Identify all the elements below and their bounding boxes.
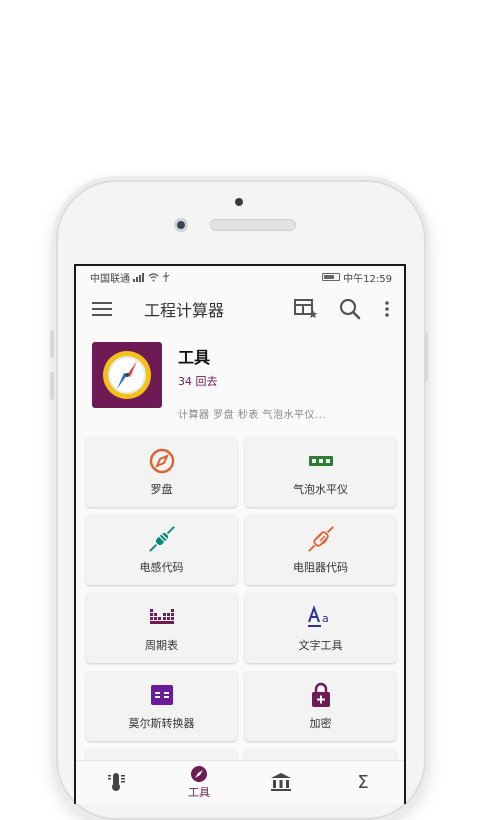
nav-item-thermometer[interactable] <box>76 761 158 804</box>
phone-side-button <box>424 332 428 382</box>
tool-label: 罗盘 <box>150 483 173 496</box>
tool-tile-encryption[interactable]: 加密 <box>245 671 396 741</box>
nav-label: 工具 <box>188 786 210 799</box>
tool-tile-resistor[interactable]: 电阻器代码 <box>245 515 396 585</box>
menu-icon[interactable] <box>92 302 112 316</box>
thermometer-icon <box>108 773 125 791</box>
more-vert-icon[interactable] <box>382 297 392 321</box>
bank-icon <box>271 773 291 791</box>
tool-tile-text-tool[interactable]: a 文字工具 <box>245 593 396 663</box>
signal-icon <box>133 272 144 282</box>
tool-tile-morse-converter[interactable]: 莫尔斯转换器 <box>86 671 237 741</box>
status-time: 中午12:59 <box>343 273 392 285</box>
tool-tile-inductor[interactable]: 电感代码 <box>86 515 237 585</box>
tool-label: 电阻器代码 <box>293 561 348 574</box>
category-title: 工具 <box>178 348 211 367</box>
category-description: 计算器 罗盘 秒表 气泡水平仪... <box>178 410 327 421</box>
lock-plus-icon <box>307 681 335 709</box>
tool-label: 周期表 <box>145 639 178 652</box>
tool-label: 文字工具 <box>298 639 343 652</box>
tool-tile-periodic-table[interactable]: 周期表 <box>86 593 237 663</box>
phone-side-button <box>50 330 54 358</box>
tool-label: 电感代码 <box>139 561 184 574</box>
phone-sensor <box>235 198 243 206</box>
category-header: 工具 34 回去 计算器 罗盘 秒表 气泡水平仪... <box>76 330 404 429</box>
phone-side-button <box>50 372 54 400</box>
nav-item-tools[interactable]: 工具 <box>158 761 240 804</box>
bottom-nav: 工具 Σ <box>76 760 404 804</box>
text-tool-icon: a <box>307 603 335 631</box>
battery-icon <box>322 273 341 281</box>
tool-tile-bubble-level[interactable]: 气泡水平仪 <box>245 437 396 507</box>
category-subtitle[interactable]: 34 回去 <box>178 373 326 389</box>
inductor-icon <box>148 525 176 553</box>
tool-label: 莫尔斯转换器 <box>128 717 195 730</box>
tool-tile-compass[interactable]: 罗盘 <box>86 437 237 507</box>
tool-label: 气泡水平仪 <box>293 483 348 496</box>
app-title: 工程计算器 <box>144 301 225 320</box>
app-screen: 中国联通 中午12:59 工程计算器 工具 34 回去 计算器 罗盘 秒表 气泡… <box>74 264 406 804</box>
sigma-icon: Σ <box>357 771 369 793</box>
morse-converter-icon <box>148 681 176 709</box>
app-bar: 工程计算器 <box>76 288 404 330</box>
tool-grid: 罗盘 气泡水平仪 电感代码 电阻器代码 周期表 a 文字工具 莫尔斯转换器 加密 <box>76 429 404 789</box>
bubble-level-icon <box>307 447 335 475</box>
periodic-table-icon <box>148 603 176 631</box>
search-icon[interactable] <box>338 297 362 321</box>
nav-item-bank[interactable] <box>240 761 322 804</box>
compass-nav-icon <box>191 766 207 782</box>
compass-outline-icon <box>148 447 176 475</box>
table-star-icon[interactable] <box>294 297 318 321</box>
usb-icon <box>162 272 170 282</box>
phone-speaker <box>210 219 296 231</box>
status-bar: 中国联通 中午12:59 <box>76 266 404 288</box>
tool-label: 加密 <box>309 717 332 730</box>
wifi-icon <box>148 272 159 281</box>
compass-icon <box>92 342 162 408</box>
nav-item-sigma[interactable]: Σ <box>322 761 404 804</box>
svg-text:a: a <box>322 612 329 625</box>
front-camera <box>174 218 188 232</box>
resistor-icon <box>307 525 335 553</box>
carrier-label: 中国联通 <box>90 273 130 285</box>
